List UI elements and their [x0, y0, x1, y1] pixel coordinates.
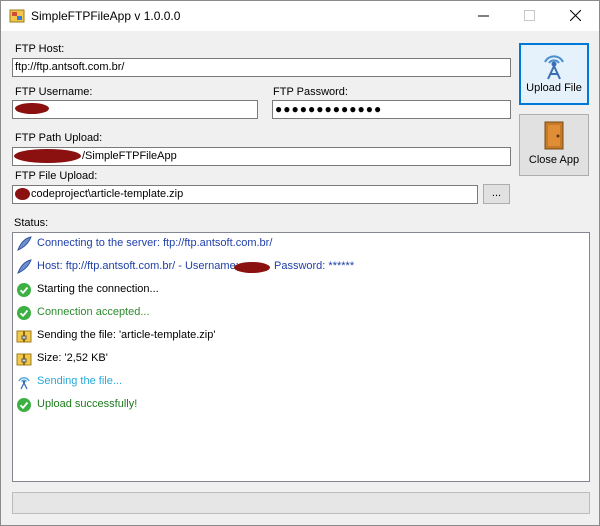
check-icon: [16, 397, 32, 413]
file-label: FTP File Upload:: [15, 170, 98, 182]
status-text: Upload successfully!: [37, 398, 138, 410]
status-text: Sending the file: 'article-template.zip': [37, 329, 216, 341]
ftp-tower-icon: [539, 50, 569, 83]
close-app-label: Close App: [528, 154, 580, 166]
app-window: SimpleFTPFileApp v 1.0.0.0 FTP Host: ftp…: [0, 0, 600, 526]
close-window-button[interactable]: [553, 1, 599, 31]
status-text: Connecting to the server: ftp://ftp.ants…: [37, 237, 273, 249]
password-input[interactable]: ●●●●●●●●●●●●●: [272, 100, 511, 119]
file-input[interactable]: codeproject\article-template.zip: [12, 185, 478, 204]
minimize-button[interactable]: [461, 1, 507, 31]
check-icon: [16, 305, 32, 321]
status-text: Sending the file...: [37, 375, 123, 387]
password-label: FTP Password:: [273, 86, 348, 98]
feather-icon: [16, 259, 32, 275]
list-item: Host: ftp://ftp.antsoft.com.br/ - Userna…: [16, 258, 576, 276]
status-list[interactable]: Connecting to the server: ftp://ftp.ants…: [12, 232, 590, 482]
title-bar[interactable]: SimpleFTPFileApp v 1.0.0.0: [1, 1, 599, 31]
maximize-button[interactable]: [507, 1, 553, 31]
minimize-icon: [478, 15, 489, 17]
redaction-mark: [14, 149, 81, 163]
close-app-button[interactable]: Close App: [519, 114, 589, 176]
status-label: Status:: [14, 217, 49, 229]
username-label: FTP Username:: [15, 86, 93, 98]
maximize-icon: [524, 10, 535, 21]
app-icon: [9, 8, 25, 24]
path-label: FTP Path Upload:: [15, 132, 103, 144]
status-text: Connection accepted...: [37, 306, 150, 318]
file-zip-icon: [16, 351, 32, 367]
status-text: Size: '2,52 KB': [37, 352, 108, 364]
upload-file-label: Upload File: [526, 82, 582, 94]
path-input[interactable]: /SimpleFTPFileApp: [12, 147, 511, 166]
progress-bar: [12, 492, 590, 514]
file-zip-icon: [16, 328, 32, 344]
window-title: SimpleFTPFileApp v 1.0.0.0: [31, 9, 181, 23]
redaction-mark: [15, 103, 49, 114]
status-text-password: Password: ******: [274, 260, 355, 272]
door-icon: [542, 120, 566, 153]
status-text: Host: ftp://ftp.antsoft.com.br/ - Userna…: [37, 260, 239, 272]
feather-icon: [16, 236, 32, 252]
check-icon: [16, 282, 32, 298]
browse-button[interactable]: ...: [483, 184, 510, 204]
status-text: Starting the connection...: [37, 283, 159, 295]
host-input[interactable]: ftp://ftp.antsoft.com.br/: [12, 58, 511, 77]
ftp-tower-icon: [16, 374, 32, 390]
username-input[interactable]: [12, 100, 258, 119]
host-label: FTP Host:: [15, 43, 65, 55]
redaction-mark: [234, 262, 270, 273]
upload-file-button[interactable]: Upload File: [519, 43, 589, 105]
close-icon: [570, 10, 581, 21]
redaction-mark: [15, 188, 30, 200]
